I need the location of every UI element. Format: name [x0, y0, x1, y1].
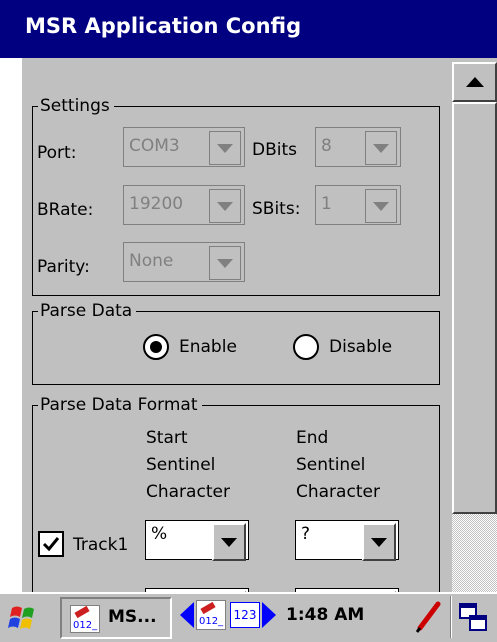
app-thumbnail-icon[interactable]: 012_ [196, 600, 226, 630]
settings-group: Settings Port: COM3 DBits 8 BRate: 19200… [32, 95, 440, 296]
dbits-select[interactable]: 8 [315, 127, 401, 167]
start-header-line2: Sentinel [146, 455, 216, 475]
enable-radio[interactable] [143, 334, 169, 360]
input-mode-indicator[interactable]: 123 [230, 602, 260, 628]
brate-value: 19200 [129, 194, 184, 214]
sbits-select[interactable]: 1 [315, 185, 401, 225]
pen-icon[interactable] [412, 600, 444, 634]
chevron-down-icon[interactable] [365, 131, 397, 165]
port-label: Port: [37, 143, 77, 163]
enable-label: Enable [179, 337, 237, 357]
windows-switch-icon[interactable] [458, 602, 490, 634]
title-bar: MSR Application Config [0, 0, 497, 58]
app-thumbnail-icon: 012_ [70, 605, 100, 633]
brate-select[interactable]: 19200 [123, 185, 245, 225]
taskbar: 012_ MS... 012_ 123 1:48 AM [0, 592, 497, 642]
input-mode-label: 123 [233, 608, 257, 622]
parity-value: None [129, 251, 174, 271]
scroll-thumb[interactable] [452, 102, 497, 514]
track1-end-sentinel-select[interactable]: ? [295, 520, 399, 561]
scroll-up-button[interactable] [452, 62, 497, 102]
chevron-down-icon[interactable] [209, 246, 241, 280]
sbits-value: 1 [321, 194, 332, 214]
start-header-line1: Start [146, 428, 188, 448]
arrow-up-icon [465, 77, 484, 87]
dbits-label: DBits [252, 140, 297, 160]
left-arrow-icon[interactable] [180, 600, 194, 630]
start-header-line3: Character [146, 482, 230, 502]
parse-data-group: Parse Data Enable Disable [32, 300, 440, 385]
end-header-line3: Character [296, 482, 380, 502]
chevron-down-icon[interactable] [209, 131, 241, 165]
port-value: COM3 [129, 136, 180, 156]
track1-end-value: ? [301, 524, 311, 544]
vertical-scrollbar[interactable] [452, 58, 497, 592]
chevron-down-icon[interactable] [209, 189, 241, 223]
clock[interactable]: 1:48 AM [286, 605, 364, 625]
chevron-down-icon[interactable] [212, 523, 246, 561]
left-edge [0, 58, 22, 592]
end-header-line1: End [296, 428, 329, 448]
parse-data-format-group: Parse Data Format Start Sentinel Charact… [32, 394, 440, 592]
parse-data-legend: Parse Data [38, 300, 137, 322]
checkmark-icon [42, 537, 60, 552]
window-title: MSR Application Config [25, 14, 302, 38]
disable-radio[interactable] [293, 334, 319, 360]
dbits-value: 8 [321, 136, 332, 156]
parity-select[interactable]: None [123, 242, 245, 282]
settings-legend: Settings [38, 95, 114, 117]
windows-flag-icon[interactable] [8, 602, 42, 634]
port-select[interactable]: COM3 [123, 127, 245, 167]
disable-radio-option[interactable]: Disable [293, 334, 413, 364]
right-arrow-icon[interactable] [262, 600, 276, 630]
chevron-down-icon[interactable] [362, 523, 396, 561]
taskbar-app-label: MS... [108, 607, 157, 627]
track1-label: Track1 [73, 535, 129, 555]
track1-start-sentinel-select[interactable]: % [145, 520, 249, 561]
brate-label: BRate: [37, 200, 94, 220]
track1-checkbox[interactable] [38, 531, 64, 557]
parse-format-legend: Parse Data Format [38, 394, 202, 416]
enable-radio-option[interactable]: Enable [143, 334, 253, 364]
sbits-label: SBits: [252, 199, 301, 219]
scroll-track[interactable] [452, 514, 497, 592]
track1-start-value: % [151, 524, 168, 544]
taskbar-app-button[interactable]: 012_ MS... [60, 597, 172, 639]
config-form: Settings Port: COM3 DBits 8 BRate: 19200… [22, 58, 452, 592]
chevron-down-icon[interactable] [365, 189, 397, 223]
end-header-line2: Sentinel [296, 455, 366, 475]
disable-label: Disable [329, 337, 393, 357]
taskbar-separator [450, 596, 452, 638]
parity-label: Parity: [37, 257, 90, 277]
